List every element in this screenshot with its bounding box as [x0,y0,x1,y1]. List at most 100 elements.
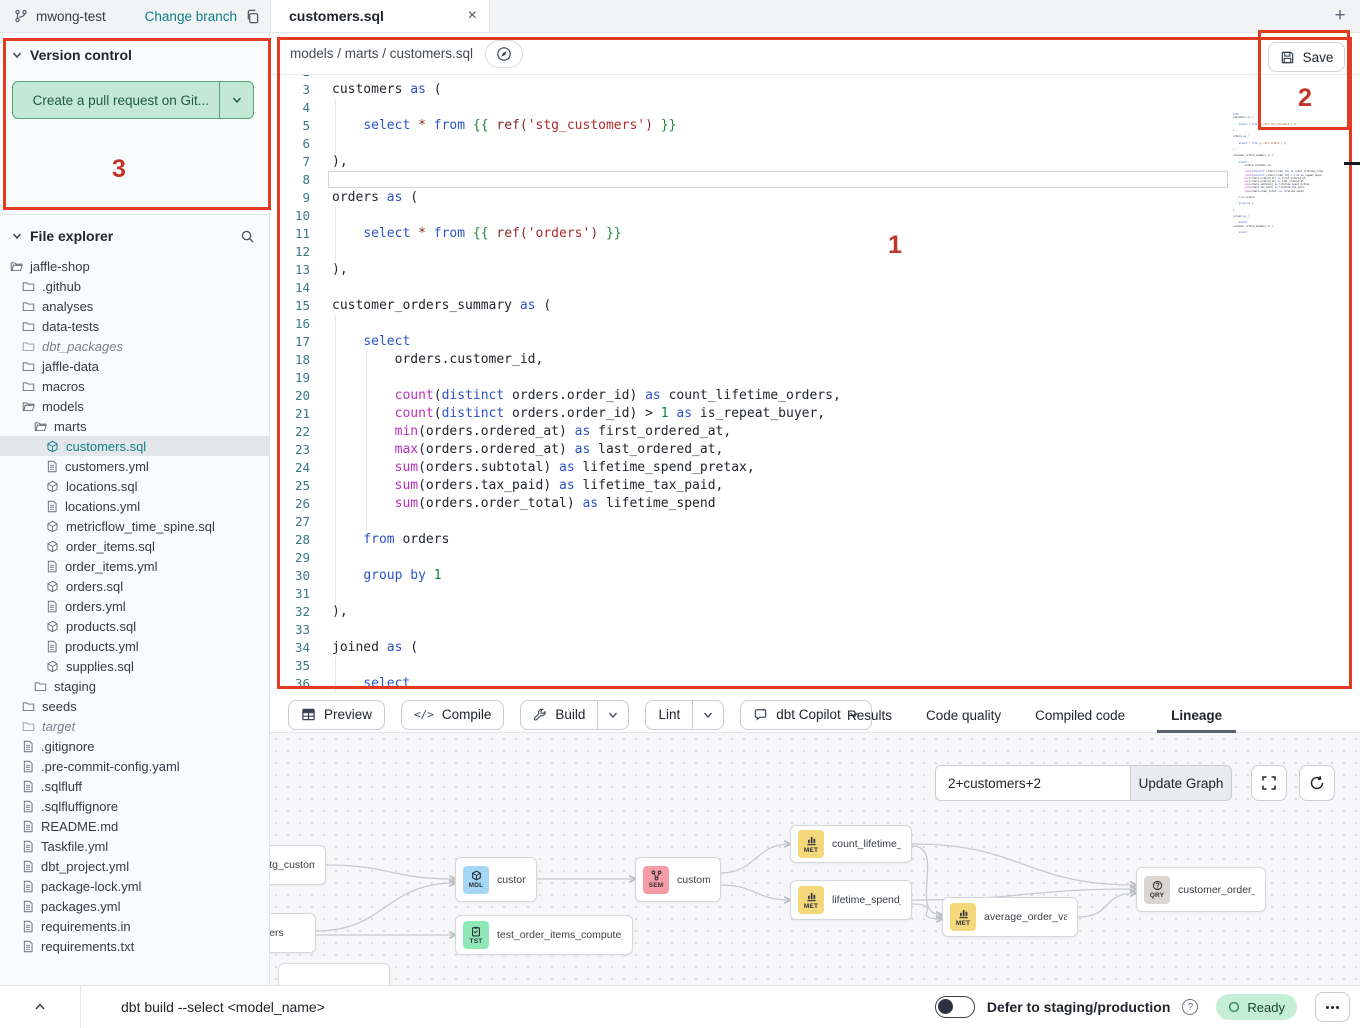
lineage-node-customers[interactable]: SEMcustomers [635,857,721,902]
tree-item-Taskfile.yml[interactable]: Taskfile.yml [0,836,269,856]
tree-item-marts[interactable]: marts [0,416,269,436]
code-area[interactable]: 2with3customers as (45 select * from {{ … [270,75,1360,697]
tab-results[interactable]: Results [845,697,894,733]
code-line-32[interactable]: 32), [270,603,1360,621]
code-line-33[interactable]: 33 [270,621,1360,639]
create-pr-dropdown[interactable] [219,82,253,118]
tree-item-dbt_packages[interactable]: dbt_packages [0,336,269,356]
tree-item-README.md[interactable]: README.md [0,816,269,836]
code-line-20[interactable]: 20 count(distinct orders.order_id) as co… [270,387,1360,405]
copy-icon[interactable] [245,9,260,24]
lineage-node-stg_customers[interactable]: MDLstg_customers [270,845,326,885]
lineage-node-orders[interactable]: MDLorders [270,913,316,953]
code-line-23[interactable]: 23 max(orders.ordered_at) as last_ordere… [270,441,1360,459]
create-pr-main[interactable]: Create a pull request on Git... [13,82,219,118]
code-line-36[interactable]: 36 select [270,675,1360,693]
tree-item-dbt_project.yml[interactable]: dbt_project.yml [0,856,269,876]
create-pr-button[interactable]: Create a pull request on Git... [12,81,254,119]
code-line-16[interactable]: 16 [270,315,1360,333]
code-line-31[interactable]: 31 [270,585,1360,603]
preview-button[interactable]: Preview [288,700,385,730]
tree-item-customers.yml[interactable]: customers.yml [0,456,269,476]
tree-item-products.sql[interactable]: products.sql [0,616,269,636]
tree-item-requirements.in[interactable]: requirements.in [0,916,269,936]
code-line-22[interactable]: 22 min(orders.ordered_at) as first_order… [270,423,1360,441]
tree-item-orders.sql[interactable]: orders.sql [0,576,269,596]
code-line-5[interactable]: 5 select * from {{ ref('stg_customers') … [270,117,1360,135]
tab-code-quality[interactable]: Code quality [924,697,1003,733]
code-line-26[interactable]: 26 sum(orders.order_total) as lifetime_s… [270,495,1360,513]
tree-item-metricflow_time_spine.sql[interactable]: metricflow_time_spine.sql [0,516,269,536]
new-tab-button[interactable]: + [1320,5,1360,27]
refresh-button[interactable] [1299,765,1335,801]
tree-item-order_items.sql[interactable]: order_items.sql [0,536,269,556]
code-line-28[interactable]: 28 from orders [270,531,1360,549]
code-line-15[interactable]: 15customer_orders_summary as ( [270,297,1360,315]
tree-item-.sqlfluff[interactable]: .sqlfluff [0,776,269,796]
tree-item-jaffle-shop[interactable]: jaffle-shop [0,256,269,276]
code-line-10[interactable]: 10 [270,207,1360,225]
code-line-4[interactable]: 4 [270,99,1360,117]
fullscreen-button[interactable] [1251,765,1287,801]
code-line-35[interactable]: 35 [270,657,1360,675]
code-line-12[interactable]: 12 [270,243,1360,261]
expand-console-button[interactable] [0,1001,80,1013]
tab-close-icon[interactable]: × [468,8,477,24]
code-line-24[interactable]: 24 sum(orders.subtotal) as lifetime_spen… [270,459,1360,477]
code-editor[interactable]: models / marts / customers.sql Save 2wit… [270,33,1360,697]
lint-button[interactable]: Lint [646,701,692,729]
tree-item-supplies.sql[interactable]: supplies.sql [0,656,269,676]
tree-item-models[interactable]: models [0,396,269,416]
tree-item-locations.sql[interactable]: locations.sql [0,476,269,496]
code-line-34[interactable]: 34joined as ( [270,639,1360,657]
tree-item-staging[interactable]: staging [0,676,269,696]
tree-item-analyses[interactable]: analyses [0,296,269,316]
compile-button[interactable]: </> Compile [401,700,504,730]
code-line-9[interactable]: 9orders as ( [270,189,1360,207]
code-line-11[interactable]: 11 select * from {{ ref('orders') }} [270,225,1360,243]
lineage-node-average_order_value[interactable]: METaverage_order_value [942,897,1078,937]
navigate-button[interactable] [485,40,523,68]
lineage-node-partial[interactable] [278,963,390,985]
lineage-node-test_order_items_compute_to_bools...[interactable]: TSTtest_order_items_compute_to_bools... [455,915,633,955]
code-line-27[interactable]: 27 [270,513,1360,531]
code-line-18[interactable]: 18 orders.customer_id, [270,351,1360,369]
code-line-7[interactable]: 7), [270,153,1360,171]
tree-item-.gitignore[interactable]: .gitignore [0,736,269,756]
version-control-header[interactable]: Version control [12,47,255,63]
code-line-17[interactable]: 17 select [270,333,1360,351]
lineage-panel[interactable]: Update Graph MDLstg_customers MDLorders MD… [270,733,1360,985]
build-dropdown[interactable] [597,701,628,729]
tree-item-.sqlfluffignore[interactable]: .sqlfluffignore [0,796,269,816]
tree-item-customers.sql[interactable]: customers.sql [0,436,269,456]
tree-item-seeds[interactable]: seeds [0,696,269,716]
lint-dropdown[interactable] [692,701,723,729]
tab-customers-sql[interactable]: customers.sql × [270,0,490,32]
tree-item-data-tests[interactable]: data-tests [0,316,269,336]
save-button[interactable]: Save [1268,42,1345,72]
code-line-14[interactable]: 14 [270,279,1360,297]
file-explorer-header[interactable]: File explorer [0,215,269,250]
code-line-29[interactable]: 29 [270,549,1360,567]
code-line-25[interactable]: 25 sum(orders.tax_paid) as lifetime_tax_… [270,477,1360,495]
tree-item-.github[interactable]: .github [0,276,269,296]
more-options-button[interactable] [1315,992,1350,1022]
tab-compiled-code[interactable]: Compiled code [1033,697,1127,733]
lineage-selector-input[interactable] [935,765,1130,801]
tree-item-orders.yml[interactable]: orders.yml [0,596,269,616]
build-button[interactable]: Build [521,701,597,729]
lineage-node-count_lifetime_orders[interactable]: METcount_lifetime_orders [790,825,912,863]
tree-item-order_items.yml[interactable]: order_items.yml [0,556,269,576]
tab-lineage[interactable]: Lineage [1157,697,1236,733]
code-line-13[interactable]: 13), [270,261,1360,279]
tree-item-locations.yml[interactable]: locations.yml [0,496,269,516]
change-branch-link[interactable]: Change branch [145,9,237,24]
update-graph-button[interactable]: Update Graph [1130,765,1232,801]
tree-item-products.yml[interactable]: products.yml [0,636,269,656]
lineage-node-customers[interactable]: MDLcustomers [455,857,537,902]
lineage-node-lifetime_spend_pretax[interactable]: METlifetime_spend_pretax [790,880,912,920]
lineage-node-customer_order_metrics[interactable]: QRYcustomer_order_metrics [1136,867,1266,912]
tree-item-package-lock.yml[interactable]: package-lock.yml [0,876,269,896]
code-line-3[interactable]: 3customers as ( [270,81,1360,99]
code-line-6[interactable]: 6 [270,135,1360,153]
